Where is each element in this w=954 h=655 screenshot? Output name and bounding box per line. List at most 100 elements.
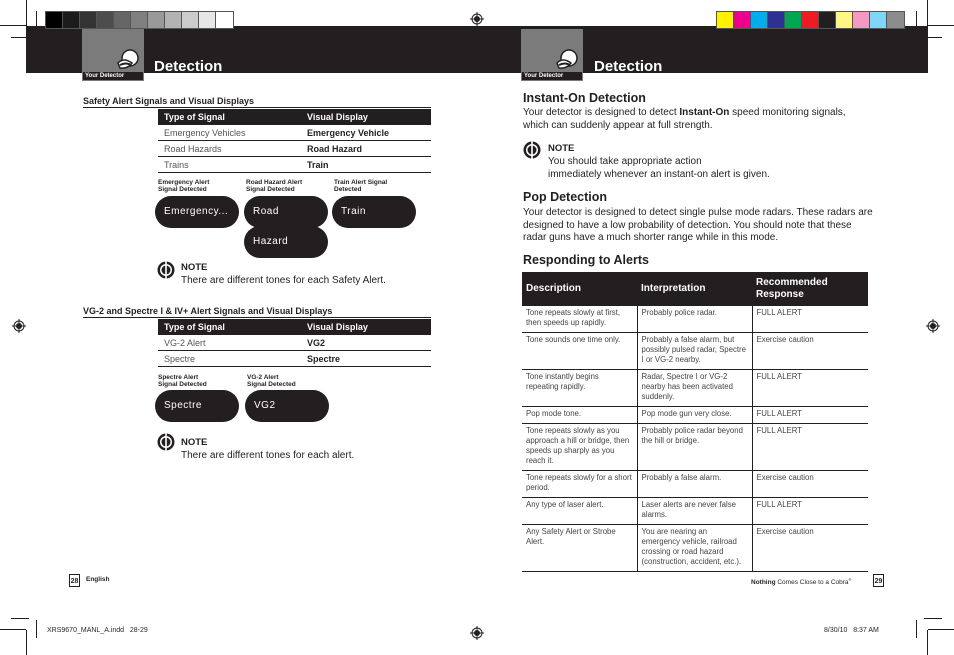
table-row: Any type of laser alert. Laser alerts are… — [522, 497, 868, 525]
pop-text: Your detector is designed to detect sing… — [523, 207, 873, 243]
table-row: Road Hazards Road Hazard — [158, 140, 431, 157]
display-caption: Train Alert Signal Detected — [334, 179, 388, 193]
interpretation-cell: Radar, Spectre I or VG-2 nearby has been… — [636, 369, 752, 407]
responding-heading: Responding to Alerts — [523, 253, 649, 267]
display-road-hazard-line-2: Hazard — [244, 226, 328, 258]
table-row: Tone repeats slowly at first, then speed… — [522, 306, 868, 333]
description-cell: Pop mode tone. — [522, 406, 637, 424]
color-swatch — [717, 12, 734, 28]
description-cell: Tone repeats slowly at first, then speed… — [522, 306, 637, 333]
display-caption: Spectre Alert Signal Detected — [158, 374, 207, 388]
interpretation-cell: Pop mode gun very close. — [636, 406, 752, 424]
color-swatch — [63, 12, 80, 28]
color-swatch — [97, 12, 114, 28]
note-icon — [157, 261, 175, 279]
visual-display: Spectre — [301, 350, 431, 367]
table-header-row: Description Interpretation Recommended R… — [522, 272, 868, 306]
color-swatch — [768, 12, 785, 28]
crop-mark — [927, 0, 928, 26]
interpretation-cell: Probably police radar. — [636, 306, 752, 333]
crop-mark — [0, 629, 26, 630]
note-heading: NOTE — [181, 262, 208, 273]
page-title: Detection — [154, 58, 223, 75]
footer-language: English — [86, 576, 110, 583]
note-heading: NOTE — [181, 437, 208, 448]
section-rule — [83, 317, 431, 318]
column-header: Visual Display — [301, 109, 431, 125]
signal-type: Trains — [158, 156, 301, 173]
display-train: Train — [332, 196, 416, 228]
color-swatch — [165, 12, 182, 28]
registration-mark-icon — [926, 319, 940, 333]
response-cell: Exercise caution — [751, 332, 868, 370]
display-caption: Emergency Alert Signal Detected — [158, 179, 210, 193]
detector-icon — [556, 49, 578, 69]
crop-mark — [916, 620, 917, 638]
instant-on-heading: Instant-On Detection — [523, 91, 646, 105]
description-cell: Tone instantly begins repeating rapidly. — [522, 369, 637, 407]
color-swatch — [785, 12, 802, 28]
section-tab-label: Your Detector — [82, 72, 144, 81]
description-cell: Tone repeats slowly for a short period. — [522, 470, 637, 498]
table-row: Tone instantly begins repeating rapidly.… — [522, 369, 868, 407]
response-cell: FULL ALERT — [751, 369, 868, 407]
note-icon — [523, 141, 541, 159]
color-swatch — [802, 12, 819, 28]
table-row: Trains Train — [158, 156, 431, 173]
display-caption: VG-2 Alert Signal Detected — [247, 374, 296, 388]
interpretation-cell: Laser alerts are never false alarms. — [636, 497, 752, 525]
visual-display: Train — [301, 156, 431, 173]
safety-section-title: Safety Alert Signals and Visual Displays — [83, 96, 255, 106]
crop-mark — [26, 630, 27, 655]
color-swatch — [836, 12, 853, 28]
section-rule — [83, 107, 431, 108]
color-swatch — [734, 12, 751, 28]
registration-mark-icon — [470, 12, 484, 26]
display-road-hazard: Road — [244, 196, 328, 228]
color-swatch — [80, 12, 97, 28]
description-cell: Any Safety Alert or Strobe Alert. — [522, 524, 637, 572]
response-cell: FULL ALERT — [751, 306, 868, 333]
description-cell: Tone repeats slowly as you approach a hi… — [522, 423, 637, 471]
note-text: There are different tones for each alert… — [181, 450, 355, 461]
signal-type: Road Hazards — [158, 140, 301, 157]
table-row: Tone repeats slowly as you approach a hi… — [522, 423, 868, 471]
footer-tagline: Nothing Comes Close to a Cobra® — [751, 577, 852, 587]
pop-heading: Pop Detection — [523, 190, 608, 204]
description-cell: Any type of laser alert. — [522, 497, 637, 525]
display-caption: Road Hazard Alert Signal Detected — [246, 179, 303, 193]
crop-mark — [928, 629, 954, 630]
section-tab-label: Your Detector — [521, 72, 583, 81]
section-tab-right: Your Detector — [521, 29, 583, 81]
visual-display: Emergency Vehicle — [301, 125, 431, 141]
color-swatch — [148, 12, 165, 28]
table-row: Spectre Spectre — [158, 350, 431, 367]
column-header: Description — [522, 272, 637, 306]
registration-mark-icon — [12, 319, 26, 333]
color-swatch — [114, 12, 131, 28]
display-vg2: VG2 — [245, 390, 329, 422]
color-swatch — [870, 12, 887, 28]
crop-mark — [26, 0, 27, 26]
display-spectre: Spectre — [155, 390, 239, 422]
signal-type: VG-2 Alert — [158, 335, 301, 351]
column-header: Recommended Response — [752, 272, 868, 306]
table-row: Tone repeats slowly for a short period. P… — [522, 470, 868, 498]
responding-table: Description Interpretation Recommended R… — [522, 272, 868, 572]
table-header-row: Type of Signal Visual Display — [158, 319, 431, 335]
table-row: Emergency Vehicles Emergency Vehicle — [158, 125, 431, 141]
visual-display: VG2 — [301, 335, 431, 351]
column-header: Interpretation — [637, 272, 752, 306]
display-emergency: Emergency... — [155, 196, 239, 228]
response-cell: Exercise caution — [751, 470, 868, 498]
table-header-row: Type of Signal Visual Display — [158, 109, 431, 125]
page-title: Detection — [594, 58, 663, 75]
response-cell: FULL ALERT — [751, 423, 868, 471]
gray-calibration-bar — [45, 11, 234, 29]
color-swatch — [751, 12, 768, 28]
interpretation-cell: Probably a false alarm. — [636, 470, 752, 498]
registration-mark-icon — [470, 626, 484, 640]
interpretation-cell: You are nearing an emergency vehicle, ra… — [636, 524, 752, 572]
note-text: There are different tones for each Safet… — [181, 275, 386, 286]
crop-mark — [11, 618, 29, 619]
